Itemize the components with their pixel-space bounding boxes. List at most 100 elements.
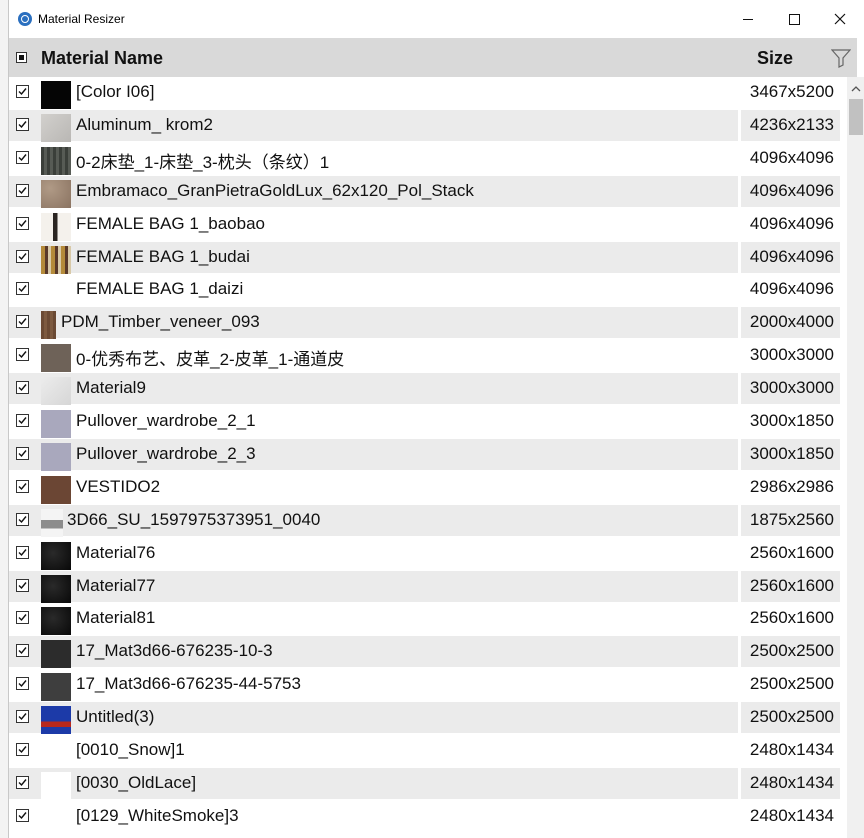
table-row[interactable]: Untitled(3) 2500x2500 (9, 702, 847, 735)
table-row[interactable]: Aluminum_ krom2 4236x2133 (9, 109, 847, 142)
table-row[interactable]: Pullover_wardrobe_2_3 3000x1850 (9, 438, 847, 471)
name-cell[interactable]: 17_Mat3d66-676235-44-5753 (9, 669, 738, 702)
size-cell[interactable]: 4096x4096 (741, 209, 840, 240)
table-row[interactable]: [0010_Snow]1 2480x1434 (9, 735, 847, 767)
row-checkbox[interactable] (16, 743, 29, 756)
row-checkbox[interactable] (16, 282, 29, 296)
scroll-thumb[interactable] (849, 99, 863, 135)
table-row[interactable]: Material76 2560x1600 (9, 538, 847, 570)
size-cell[interactable]: 3467x5200 (741, 77, 840, 108)
row-checkbox[interactable] (16, 117, 29, 131)
size-cell[interactable]: 4096x4096 (741, 274, 840, 305)
table-row[interactable]: 0-优秀布艺、皮革_2-皮革_1-通道皮 3000x3000 (9, 340, 847, 373)
size-cell[interactable]: 3000x3000 (741, 373, 840, 405)
size-cell[interactable]: 2560x1600 (741, 603, 840, 634)
row-checkbox[interactable] (16, 808, 29, 822)
row-checkbox[interactable] (16, 216, 29, 230)
name-cell[interactable]: [Color I06] (9, 77, 738, 109)
name-cell[interactable]: Pullover_wardrobe_2_3 (9, 438, 738, 471)
size-cell[interactable]: 2500x2500 (741, 669, 840, 700)
vertical-scrollbar[interactable] (847, 77, 864, 838)
name-cell[interactable]: 0-2床垫_1-床垫_3-枕头（条纹）1 (9, 143, 738, 175)
name-cell[interactable]: 17_Mat3d66-676235-10-3 (9, 636, 738, 669)
size-cell[interactable]: 2480x1434 (741, 767, 840, 799)
name-cell[interactable]: [0129_WhiteSmoke]3 (9, 801, 738, 833)
name-cell[interactable]: Aluminum_ krom2 (9, 109, 738, 142)
row-checkbox[interactable] (16, 710, 29, 724)
table-row[interactable]: Pullover_wardrobe_2_1 3000x1850 (9, 406, 847, 438)
size-cell[interactable]: 4236x2133 (741, 109, 840, 141)
row-checkbox[interactable] (16, 644, 29, 658)
table-row[interactable]: [0030_OldLace] 2480x1434 (9, 767, 847, 800)
select-all-checkbox[interactable] (16, 52, 27, 63)
name-cell[interactable]: VESTIDO2 (9, 472, 738, 504)
name-cell[interactable]: Material81 (9, 603, 738, 636)
name-cell[interactable]: 3D66_SU_1597975373951_0040 (9, 504, 738, 537)
table-row[interactable]: FEMALE BAG 1_baobao 4096x4096 (9, 209, 847, 241)
minimize-button[interactable] (725, 0, 771, 38)
size-cell[interactable]: 2480x1434 (741, 735, 840, 766)
name-cell[interactable]: 0-优秀布艺、皮革_2-皮革_1-通道皮 (9, 340, 738, 373)
table-row[interactable]: Material81 2560x1600 (9, 603, 847, 636)
row-checkbox[interactable] (16, 381, 29, 395)
name-cell[interactable]: FEMALE BAG 1_budai (9, 241, 738, 274)
row-checkbox[interactable] (16, 545, 29, 559)
name-cell[interactable]: FEMALE BAG 1_baobao (9, 209, 738, 241)
name-cell[interactable]: Untitled(3) (9, 702, 738, 735)
size-cell[interactable]: 2560x1600 (741, 538, 840, 569)
table-row[interactable]: Material9 3000x3000 (9, 373, 847, 406)
size-cell[interactable]: 2000x4000 (741, 307, 840, 339)
column-header-size[interactable]: Size (757, 48, 793, 69)
row-checkbox[interactable] (16, 775, 29, 789)
row-checkbox[interactable] (16, 150, 29, 164)
name-cell[interactable]: Embramaco_GranPietraGoldLux_62x120_Pol_S… (9, 175, 738, 208)
scroll-up-button[interactable] (847, 77, 864, 99)
table-row[interactable]: 17_Mat3d66-676235-10-3 2500x2500 (9, 636, 847, 669)
size-cell[interactable]: 3000x1850 (741, 406, 840, 437)
name-cell[interactable]: FEMALE BAG 1_daizi (9, 274, 738, 307)
maximize-button[interactable] (771, 0, 817, 38)
size-cell[interactable]: 4096x4096 (741, 143, 840, 174)
table-row[interactable]: [0129_WhiteSmoke]3 2480x1434 (9, 801, 847, 833)
size-cell[interactable]: 3000x1850 (741, 438, 840, 470)
row-checkbox[interactable] (16, 315, 29, 329)
name-cell[interactable]: PDM_Timber_veneer_093 (9, 307, 738, 340)
title-bar[interactable]: Material Resizer (9, 0, 864, 38)
column-header-material-name[interactable]: Material Name (41, 48, 163, 69)
row-checkbox[interactable] (16, 479, 29, 493)
size-cell[interactable]: 1875x2560 (741, 504, 840, 536)
size-cell[interactable]: 2500x2500 (741, 702, 840, 734)
size-cell[interactable]: 3000x3000 (741, 340, 840, 371)
row-checkbox[interactable] (16, 446, 29, 460)
name-cell[interactable]: Material76 (9, 538, 738, 570)
name-cell[interactable]: Material9 (9, 373, 738, 406)
size-cell[interactable]: 2986x2986 (741, 472, 840, 503)
size-cell[interactable]: 4096x4096 (741, 175, 840, 207)
table-row[interactable]: Embramaco_GranPietraGoldLux_62x120_Pol_S… (9, 175, 847, 208)
table-row[interactable]: [Color I06] 3467x5200 (9, 77, 847, 109)
size-cell[interactable]: 4096x4096 (741, 241, 840, 273)
row-checkbox[interactable] (16, 611, 29, 625)
name-cell[interactable]: Material77 (9, 570, 738, 603)
name-cell[interactable]: [0030_OldLace] (9, 767, 738, 800)
table-row[interactable]: 0-2床垫_1-床垫_3-枕头（条纹）1 4096x4096 (9, 143, 847, 175)
row-checkbox[interactable] (16, 249, 29, 263)
row-checkbox[interactable] (16, 578, 29, 592)
table-row[interactable]: PDM_Timber_veneer_093 2000x4000 (9, 307, 847, 340)
table-row[interactable]: FEMALE BAG 1_daizi 4096x4096 (9, 274, 847, 307)
close-button[interactable] (817, 0, 863, 38)
row-checkbox[interactable] (16, 85, 29, 98)
table-row[interactable]: 17_Mat3d66-676235-44-5753 2500x2500 (9, 669, 847, 702)
table-row[interactable]: Material77 2560x1600 (9, 570, 847, 603)
table-row[interactable]: 3D66_SU_1597975373951_0040 1875x2560 (9, 504, 847, 537)
name-cell[interactable]: [0010_Snow]1 (9, 735, 738, 767)
row-checkbox[interactable] (16, 414, 29, 427)
table-row[interactable]: FEMALE BAG 1_budai 4096x4096 (9, 241, 847, 274)
size-cell[interactable]: 2480x1434 (741, 801, 840, 832)
size-cell[interactable]: 2500x2500 (741, 636, 840, 668)
size-cell[interactable]: 2560x1600 (741, 570, 840, 602)
row-checkbox[interactable] (16, 512, 29, 526)
row-checkbox[interactable] (16, 348, 29, 362)
row-checkbox[interactable] (16, 677, 29, 691)
name-cell[interactable]: Pullover_wardrobe_2_1 (9, 406, 738, 438)
